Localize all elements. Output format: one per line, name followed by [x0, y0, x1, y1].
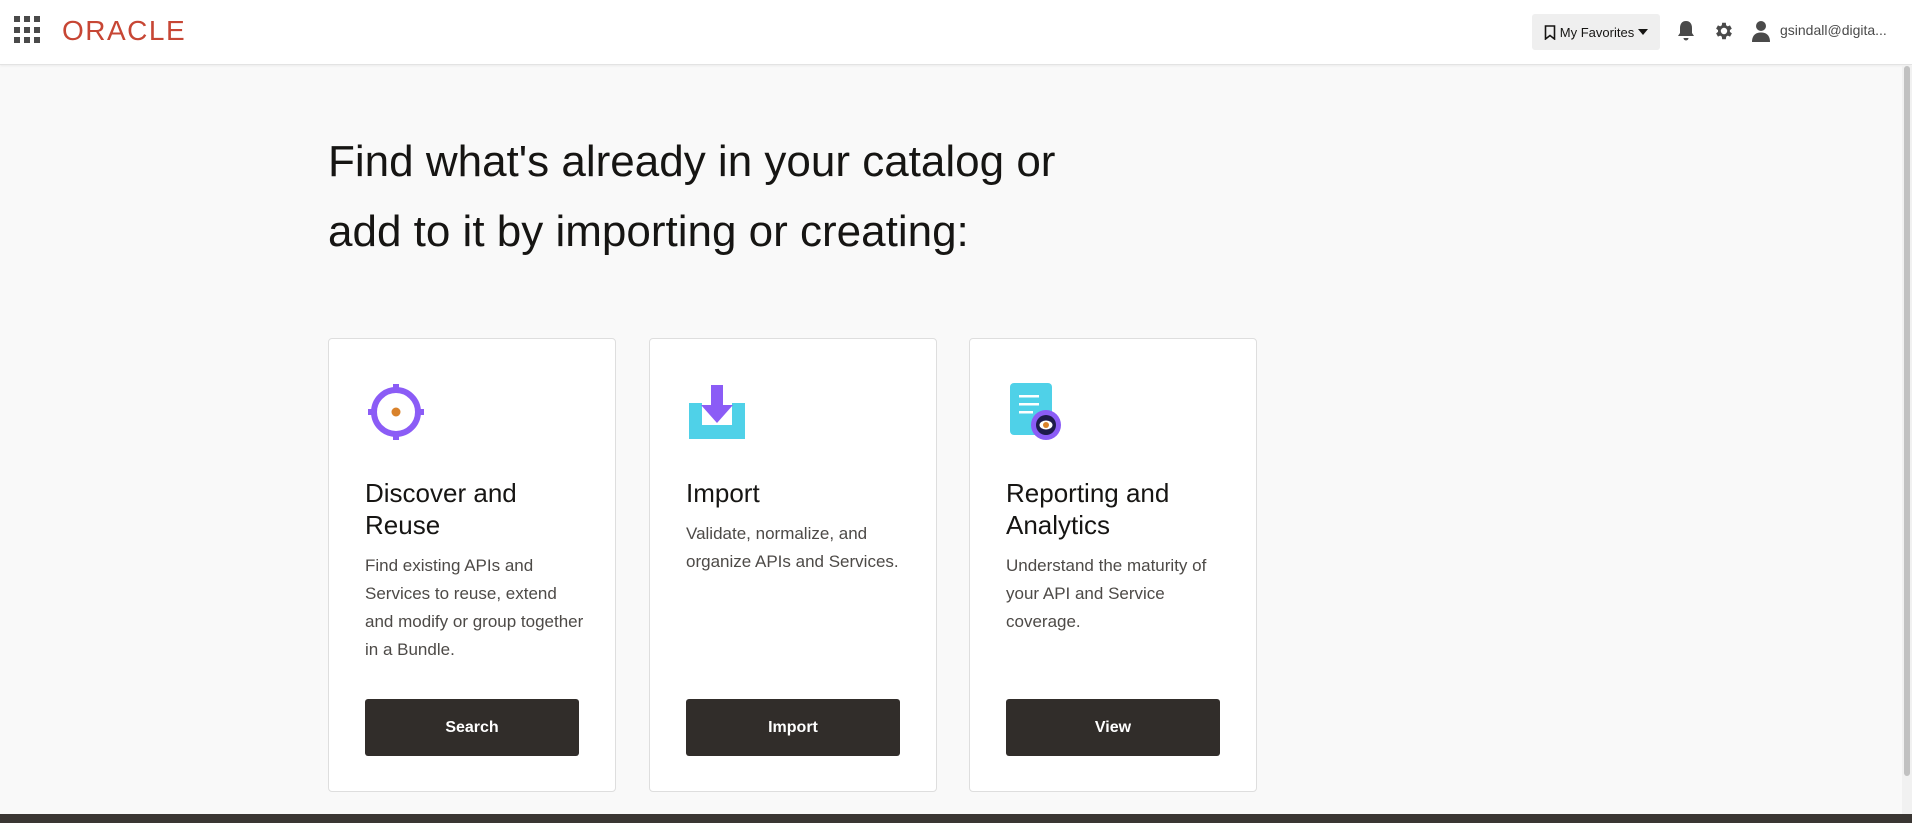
- scrollbar-thumb[interactable]: [1904, 66, 1910, 776]
- username-label[interactable]: gsindall@digita...: [1780, 22, 1896, 38]
- import-card: Import Validate, normalize, and organize…: [649, 338, 937, 792]
- card-description: Find existing APIs and Services to reuse…: [365, 556, 584, 659]
- import-button[interactable]: Import: [686, 699, 900, 756]
- reporting-analytics-card: Reporting and Analytics Understand the m…: [969, 338, 1257, 792]
- card-title: Reporting and Analytics: [1006, 478, 1170, 540]
- app-launcher-grid-icon[interactable]: [14, 16, 42, 44]
- card-title: Import: [686, 478, 760, 508]
- import-tray-icon: [689, 385, 745, 439]
- footer-bar: [0, 814, 1912, 823]
- card-description: Understand the maturity of your API and …: [1006, 556, 1207, 631]
- caret-down-icon: [1638, 29, 1649, 35]
- headline-line-2: add to it by importing or creating:: [328, 207, 969, 256]
- page-headline: Find what's already in your catalog or a…: [328, 127, 1128, 267]
- settings-gear-icon[interactable]: [1711, 18, 1737, 44]
- notifications-bell-icon[interactable]: [1673, 18, 1699, 44]
- view-button[interactable]: View: [1006, 699, 1220, 756]
- app-header: ORACLE My Favorites gsindall@digita...: [0, 0, 1912, 65]
- card-title: Discover and Reuse: [365, 478, 517, 540]
- vertical-scrollbar[interactable]: [1902, 66, 1912, 814]
- my-favorites-label: My Favorites: [1559, 24, 1635, 40]
- report-eye-icon: [1010, 383, 1061, 440]
- my-favorites-button[interactable]: My Favorites: [1532, 14, 1660, 50]
- target-icon: [368, 384, 424, 440]
- user-avatar-icon[interactable]: [1748, 18, 1774, 44]
- card-description: Validate, normalize, and organize APIs a…: [686, 524, 899, 571]
- search-button[interactable]: Search: [365, 699, 579, 756]
- oracle-logo[interactable]: ORACLE: [62, 15, 186, 47]
- headline-line-1: Find what's already in your catalog or: [328, 137, 1056, 186]
- bookmark-icon: [1544, 24, 1556, 40]
- discover-reuse-card: Discover and Reuse Find existing APIs an…: [328, 338, 616, 792]
